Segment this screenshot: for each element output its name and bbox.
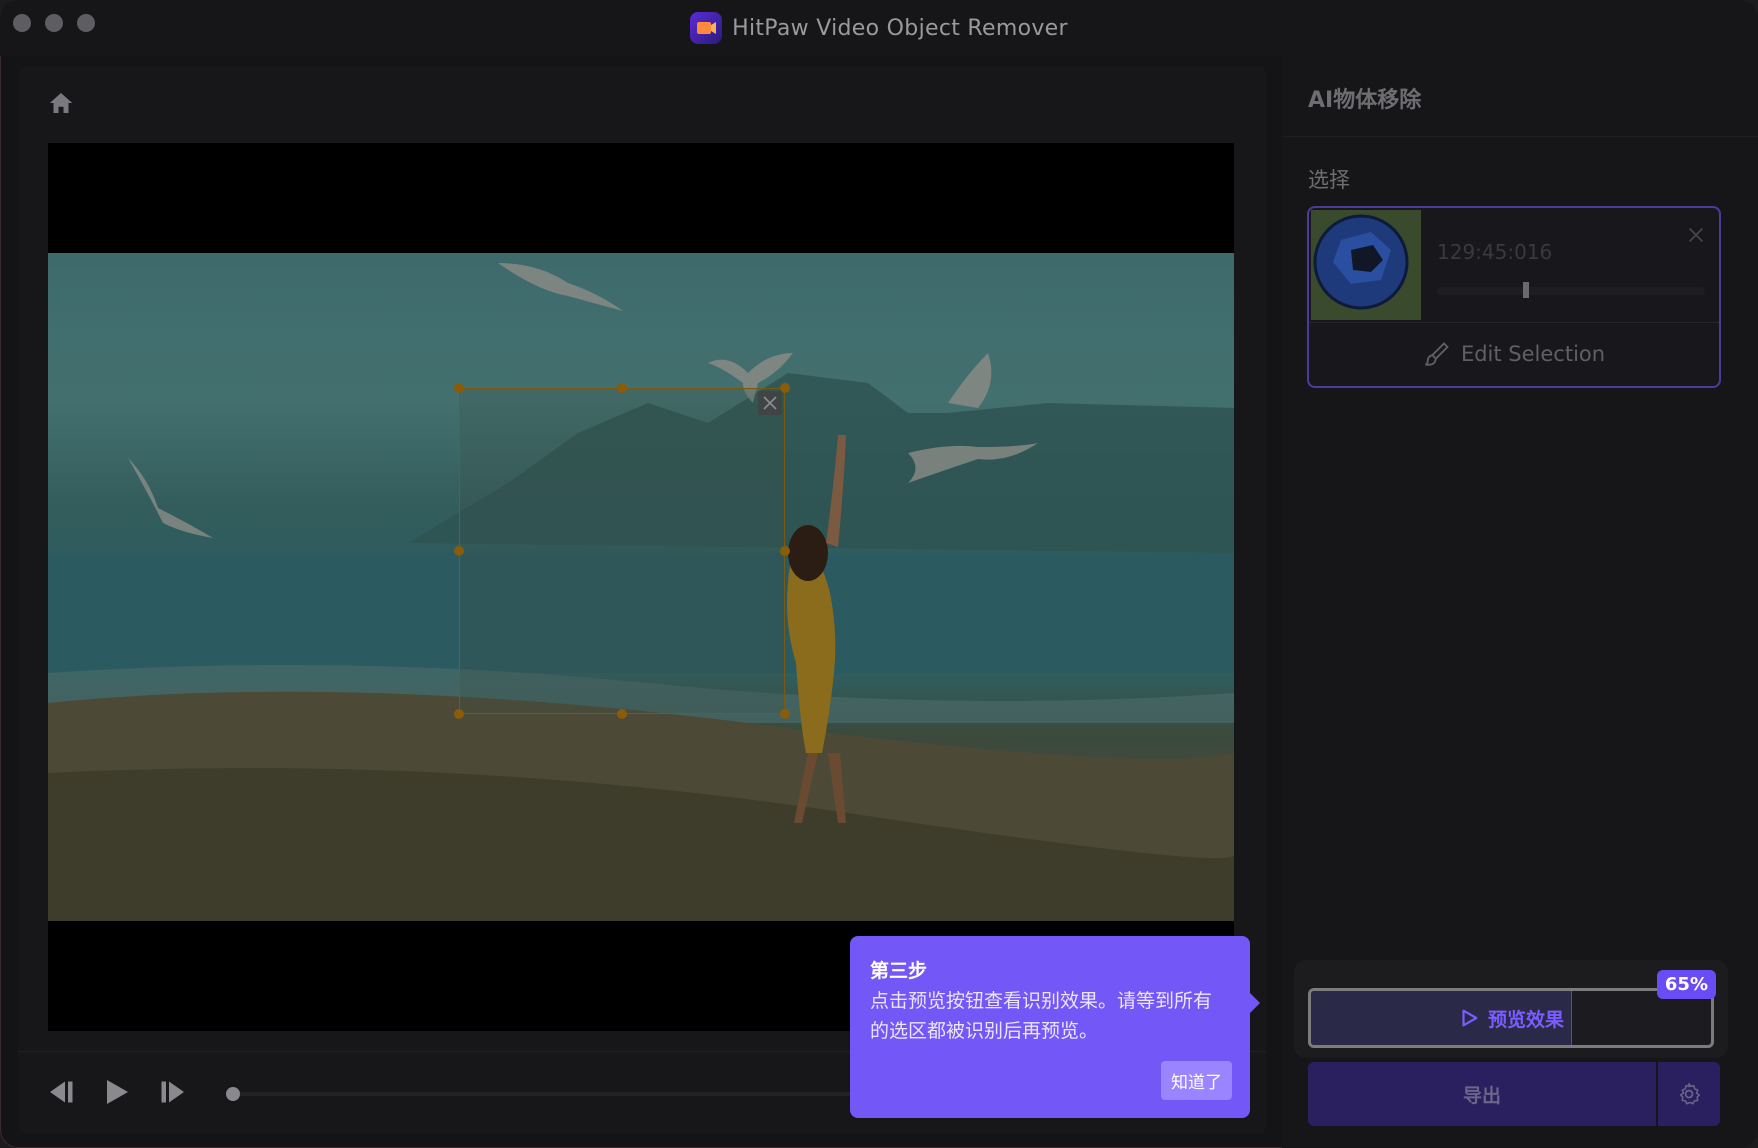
preview-area: 预览效果 65% [1294, 960, 1728, 1058]
object-slider-handle[interactable] [1523, 282, 1529, 298]
preview-label: 预览效果 [1487, 1008, 1564, 1031]
object-timestamp: 129:45:016 [1437, 240, 1553, 264]
export-button[interactable]: 导出 [1308, 1062, 1656, 1126]
close-icon [1688, 227, 1704, 243]
tooltip-arrow [1250, 993, 1260, 1013]
app-title: HitPaw Video Object Remover [732, 15, 1068, 41]
title-group: HitPaw Video Object Remover [0, 10, 1758, 46]
video-frame-image [48, 253, 1234, 921]
onboarding-tooltip: 第三步 点击预览按钮查看识别效果。请等到所有的选区都被识别后再预览。 知道了 [850, 936, 1250, 1118]
timeline-playhead[interactable] [226, 1087, 240, 1101]
gear-icon [1679, 1082, 1701, 1105]
selection-box[interactable] [454, 383, 790, 719]
preview-content: 预览效果 [1311, 991, 1711, 1045]
brush-icon [1425, 342, 1449, 366]
got-it-button[interactable]: 知道了 [1161, 1061, 1232, 1100]
resize-handle[interactable] [780, 546, 790, 556]
tooltip-body: 点击预览按钮查看识别效果。请等到所有的选区都被识别后再预览。 [870, 990, 1213, 1042]
resize-handle[interactable] [780, 709, 790, 719]
panel-title: AI物体移除 [1308, 88, 1422, 113]
progress-badge: 65% [1656, 970, 1716, 999]
object-range-slider[interactable] [1437, 287, 1705, 295]
resize-handle[interactable] [454, 546, 464, 556]
export-settings-button[interactable] [1658, 1062, 1720, 1126]
section-label: 选择 [1308, 168, 1350, 192]
timeline-track[interactable] [230, 1092, 850, 1096]
app-window: HitPaw Video Object Remover AI物体移除 选择 12… [0, 0, 1758, 1148]
object-thumbnail [1311, 210, 1421, 320]
resize-handle[interactable] [454, 709, 464, 719]
remove-object-button[interactable] [1685, 224, 1707, 246]
title-bar: HitPaw Video Object Remover [0, 0, 1758, 56]
home-button[interactable] [46, 88, 76, 118]
home-icon [49, 93, 73, 113]
preview-button[interactable]: 预览效果 [1308, 988, 1714, 1048]
next-frame-icon [161, 1081, 184, 1103]
play-icon [1462, 1009, 1478, 1027]
play-button[interactable] [98, 1074, 134, 1110]
close-icon [763, 396, 777, 410]
resize-handle[interactable] [617, 383, 627, 393]
prev-frame-button[interactable] [44, 1074, 80, 1110]
video-preview[interactable] [48, 143, 1234, 1031]
edit-selection-label: Edit Selection [1460, 342, 1606, 366]
app-logo-icon [690, 12, 723, 44]
export-label: 导出 [1462, 1084, 1501, 1107]
edit-selection-button[interactable]: Edit Selection [1309, 322, 1719, 386]
divider [1282, 136, 1758, 137]
resize-handle[interactable] [617, 709, 627, 719]
prev-frame-icon [50, 1081, 73, 1103]
play-icon [107, 1080, 128, 1104]
object-removal-panel: AI物体移除 选择 129:45:016 Edit Selection 预览效果… [1282, 56, 1758, 1148]
next-frame-button[interactable] [154, 1074, 190, 1110]
selected-object-card[interactable]: 129:45:016 Edit Selection [1307, 206, 1721, 388]
tooltip-title: 第三步 [870, 960, 928, 982]
remove-selection-button[interactable] [758, 391, 782, 415]
resize-handle[interactable] [454, 383, 464, 393]
